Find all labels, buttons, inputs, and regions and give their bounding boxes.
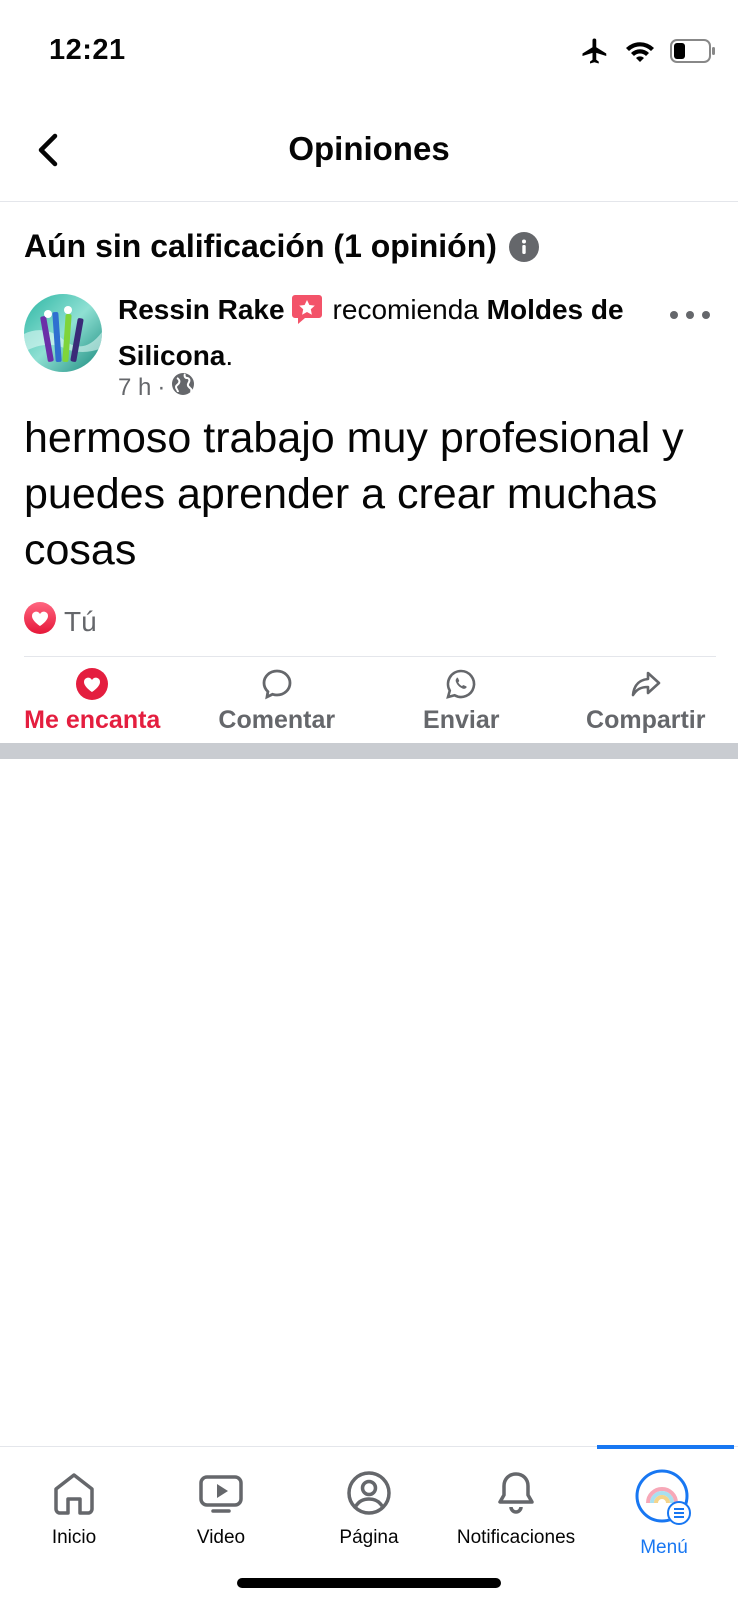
rating-summary: Aún sin calificación (1 opinión)	[24, 228, 539, 265]
rating-summary-label: Aún sin calificación (1 opinión)	[24, 228, 497, 264]
wifi-icon	[624, 38, 656, 69]
dot-icon	[702, 311, 710, 319]
review-meta: 7 h ·	[118, 372, 195, 403]
heart-filled-icon	[76, 668, 109, 700]
bottom-tab-bar: Inicio Video Página Notificaciones Menú	[0, 1445, 738, 1600]
tab-menu-label: Menú	[640, 1537, 688, 1558]
review-time[interactable]: 7 h	[118, 374, 151, 402]
tab-inicio[interactable]: Inicio	[0, 1469, 148, 1549]
video-icon	[199, 1475, 243, 1513]
share-button[interactable]: Compartir	[554, 668, 738, 740]
send-button-label: Enviar	[423, 706, 500, 734]
reaction-by: Tú	[64, 605, 97, 637]
profile-icon	[347, 1471, 391, 1515]
tab-pagina-label: Página	[339, 1527, 399, 1548]
home-indicator	[237, 1578, 501, 1588]
recommend-star-icon	[291, 293, 323, 336]
home-icon	[54, 1473, 94, 1515]
love-button-label: Me encanta	[24, 706, 161, 734]
tab-pagina[interactable]: Página	[295, 1469, 443, 1549]
review-verb: recomienda	[332, 294, 479, 325]
status-time: 12:21	[49, 34, 126, 66]
page-title: Opiniones	[288, 130, 450, 167]
battery-icon	[670, 39, 716, 68]
tab-menu[interactable]: Menú	[590, 1469, 738, 1559]
airplane-icon	[580, 36, 610, 71]
globe-icon	[171, 372, 195, 403]
send-whatsapp-button[interactable]: Enviar	[369, 668, 554, 740]
reaction-summary[interactable]: Tú	[24, 602, 97, 641]
more-options-button[interactable]	[670, 300, 710, 330]
nav-header: Opiniones	[0, 100, 738, 202]
tab-video-label: Video	[196, 1527, 246, 1548]
love-reaction-icon	[24, 602, 56, 641]
review-period: .	[225, 340, 234, 371]
dot-icon	[670, 311, 678, 319]
tab-inicio-label: Inicio	[51, 1527, 97, 1548]
tab-notificaciones[interactable]: Notificaciones	[442, 1469, 590, 1549]
share-arrow-icon	[631, 671, 661, 697]
tab-video[interactable]: Video	[147, 1469, 295, 1549]
bell-icon	[498, 1472, 534, 1514]
comment-bubble-icon	[262, 669, 292, 700]
active-tab-indicator	[597, 1445, 734, 1449]
review-header: Ressin Rake recomienda Moldes de Silicona…	[118, 290, 658, 376]
whatsapp-icon	[446, 669, 476, 699]
info-icon[interactable]	[508, 231, 539, 262]
share-button-label: Compartir	[586, 706, 706, 734]
love-button[interactable]: Me encanta	[0, 668, 185, 740]
tab-notificaciones-label: Notificaciones	[456, 1527, 576, 1548]
comment-button-label: Comentar	[218, 706, 336, 734]
action-bar: Me encanta Comentar Enviar Compartir	[0, 668, 738, 740]
reviewer-name[interactable]: Ressin Rake	[118, 294, 285, 325]
dot-icon	[686, 311, 694, 319]
menu-avatar-icon	[635, 1469, 691, 1525]
status-bar: 12:21	[0, 0, 738, 100]
status-icons	[580, 36, 716, 71]
review-text: hermoso trabajo muy profesional y puedes…	[24, 414, 684, 574]
comment-button[interactable]: Comentar	[185, 668, 370, 740]
section-separator	[0, 743, 738, 759]
meta-separator: ·	[157, 373, 166, 401]
divider	[24, 656, 716, 657]
avatar[interactable]	[24, 294, 102, 372]
